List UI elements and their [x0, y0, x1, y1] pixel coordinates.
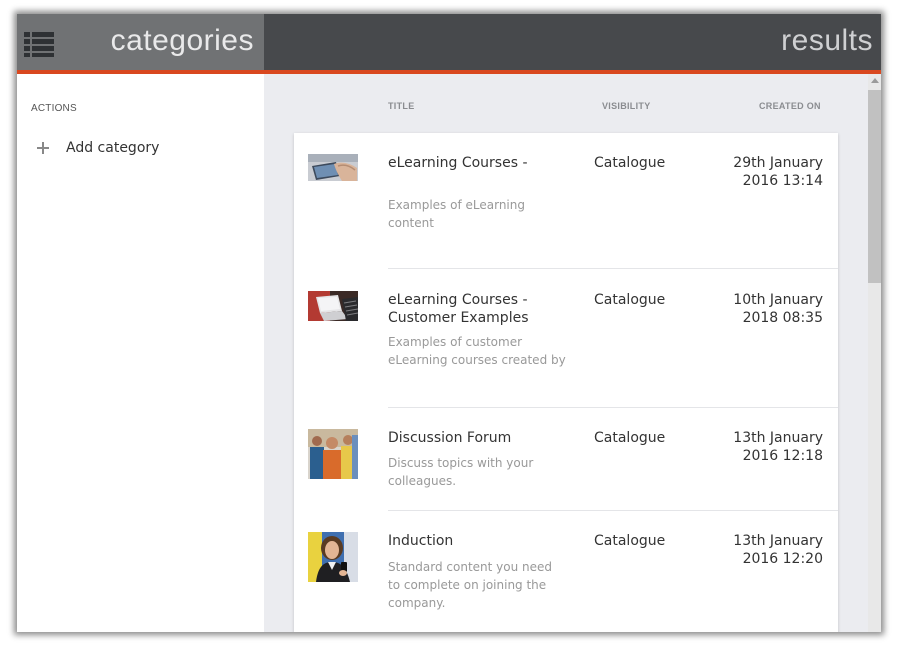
result-description: Standard content you need to complete on…: [388, 560, 553, 610]
result-title: Discussion Forum: [388, 430, 512, 446]
results-title: results: [781, 24, 873, 57]
result-created-on: 29th January 2016 13:14: [733, 155, 823, 189]
result-row[interactable]: Induction Standard content you need to c…: [294, 511, 838, 632]
result-description: Examples of customer eLearning courses c…: [388, 335, 566, 367]
tablet-hand-thumbnail: [308, 154, 358, 181]
woman-phone-thumbnail: [308, 532, 358, 582]
results-panel: TITLE VISIBILITY CREATED ON eLearning Co…: [264, 74, 881, 632]
scroll-up-icon[interactable]: [871, 78, 879, 83]
results-scrollbar[interactable]: [868, 74, 881, 632]
result-visibility: Catalogue: [594, 430, 666, 446]
add-category-button[interactable]: Add category: [37, 138, 159, 158]
categories-sidebar: ACTIONS Add category: [17, 74, 264, 632]
plus-icon: [37, 142, 49, 154]
header-bar: categories results: [17, 14, 881, 70]
column-header-created-on[interactable]: CREATED ON: [759, 101, 821, 111]
result-title: eLearning Courses -: [388, 155, 528, 171]
result-created-on: 13th January 2016 12:18: [733, 430, 823, 464]
result-visibility: Catalogue: [594, 533, 666, 549]
result-description: Examples of eLearning content: [388, 198, 525, 230]
result-visibility: Catalogue: [594, 155, 666, 171]
actions-label: ACTIONS: [31, 103, 77, 114]
add-category-label: Add category: [66, 140, 160, 156]
result-row[interactable]: eLearning Courses - Customer Examples Ex…: [294, 269, 838, 408]
results-list: eLearning Courses - Examples of eLearnin…: [294, 133, 838, 632]
app-window: categories results ACTIONS Add category …: [17, 14, 881, 632]
result-row[interactable]: eLearning Courses - Examples of eLearnin…: [294, 133, 838, 269]
list-menu-icon[interactable]: [24, 32, 54, 57]
column-header-title[interactable]: TITLE: [388, 101, 415, 111]
categories-header: categories: [17, 14, 264, 70]
scroll-thumb[interactable]: [868, 90, 881, 283]
laptop-thumbnail: [308, 291, 358, 321]
result-description: Discuss topics with your colleagues.: [388, 456, 534, 488]
column-header-visibility[interactable]: VISIBILITY: [602, 101, 651, 111]
categories-title: categories: [110, 24, 254, 57]
result-visibility: Catalogue: [594, 292, 666, 308]
results-header: results: [264, 14, 881, 70]
result-created-on: 10th January 2018 08:35: [733, 292, 823, 326]
result-title: eLearning Courses - Customer Examples: [388, 292, 529, 326]
people-group-thumbnail: [308, 429, 358, 479]
result-title: Induction: [388, 533, 454, 549]
result-row[interactable]: Discussion Forum Discuss topics with you…: [294, 408, 838, 511]
result-created-on: 13th January 2016 12:20: [733, 533, 823, 567]
